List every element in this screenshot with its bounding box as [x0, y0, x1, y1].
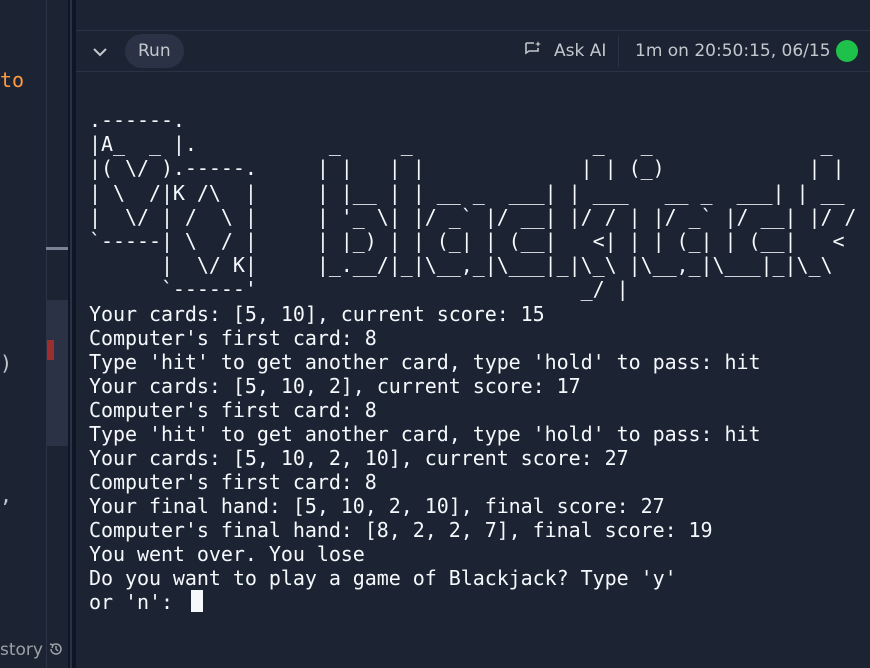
input-prompt-line[interactable]: or 'n': [89, 590, 864, 614]
output-line: Type 'hit' to get another card, type 'ho… [89, 422, 761, 446]
output-line: Type 'hit' to get another card, type 'ho… [89, 350, 761, 374]
output-line: Your final hand: [5, 10, 2, 10], final s… [89, 494, 665, 518]
console-pane: Run Ask AI 1m on 20:50:15, 06/15 .------… [76, 0, 870, 668]
run-button[interactable]: Run [125, 34, 184, 68]
editor-scrollbar[interactable] [46, 300, 68, 446]
status-indicator [836, 40, 858, 62]
console-output[interactable]: .------. |A_ _ |. _ _ _ _ _ |( \/ ).----… [89, 108, 864, 614]
output-line: Your cards: [5, 10, 2], current score: 1… [89, 374, 581, 398]
output-line: Do you want to play a game of Blackjack?… [89, 566, 677, 590]
output-line: Computer's first card: 8 [89, 470, 377, 494]
error-marker [47, 340, 54, 360]
code-fragment: to [0, 68, 25, 92]
code-fragment: ) [0, 351, 13, 375]
pane-divider[interactable] [68, 0, 76, 668]
output-line: Your cards: [5, 10, 2, 10], current scor… [89, 446, 629, 470]
toolbar-separator [618, 35, 619, 67]
collapse-button[interactable] [90, 41, 110, 61]
minimap-marker [46, 247, 68, 250]
pane-header-strip [76, 0, 870, 31]
output-line: Computer's first card: 8 [89, 398, 377, 422]
ask-ai-label: Ask AI [554, 41, 607, 61]
output-line: Computer's first card: 8 [89, 326, 377, 350]
chevron-down-icon [93, 42, 107, 61]
input-prompt: or 'n': [89, 590, 185, 614]
code-editor-fragment[interactable]: to ) , [0, 0, 68, 668]
run-label: Run [138, 41, 171, 61]
history-label: story [0, 640, 43, 660]
output-line: Computer's final hand: [8, 2, 2, 7], fin… [89, 518, 713, 542]
chat-sparkle-icon [524, 40, 554, 63]
ascii-logo: .------. |A_ _ |. _ _ _ _ _ |( \/ ).----… [89, 108, 857, 302]
console-toolbar: Run Ask AI 1m on 20:50:15, 06/15 [76, 31, 870, 72]
ask-ai-button[interactable]: Ask AI [524, 34, 606, 68]
output-line: Your cards: [5, 10], current score: 15 [89, 302, 545, 326]
run-status-text: 1m on 20:50:15, 06/15 [635, 41, 831, 61]
text-cursor [190, 590, 203, 612]
history-button[interactable]: story [0, 640, 64, 660]
history-icon [48, 640, 64, 660]
code-fragment: , [0, 483, 13, 507]
output-line: You went over. You lose [89, 542, 365, 566]
